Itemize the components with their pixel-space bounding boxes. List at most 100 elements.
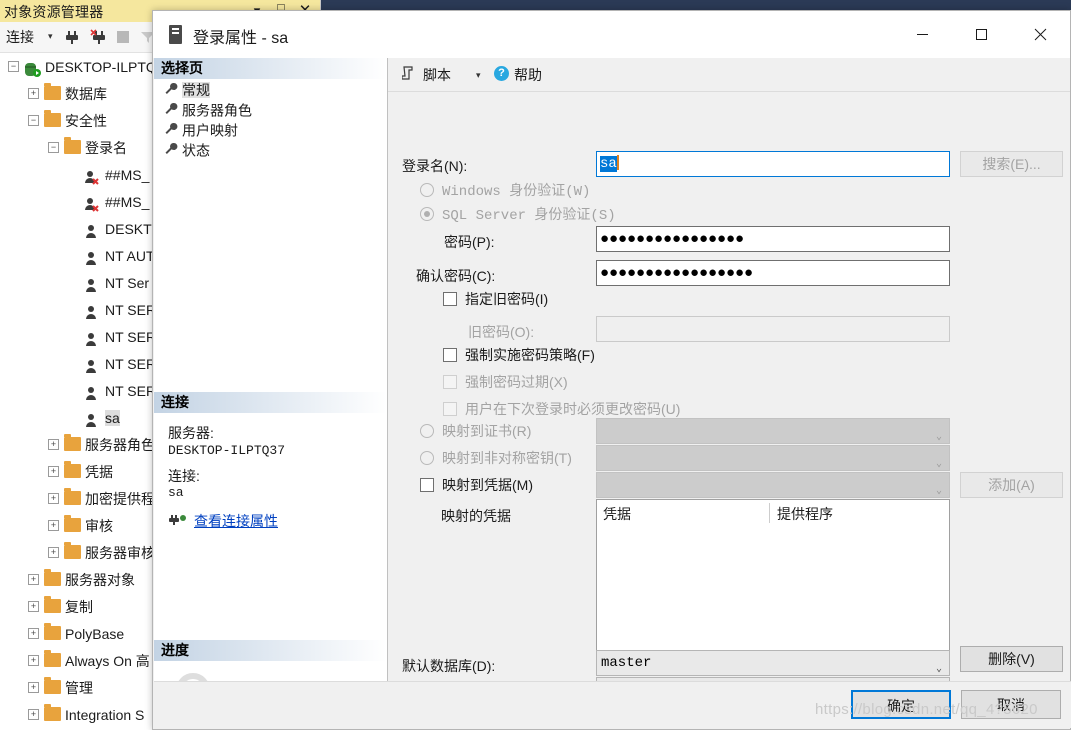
server-icon [169,25,182,44]
windows-auth-label: Windows 身份验证(W) [442,184,591,200]
password-value: ●●●●●●●●●●●●●●●● [600,231,745,248]
collapse-icon[interactable]: − [28,114,39,126]
add-credential-button[interactable]: 添加(A) [960,472,1063,498]
login-name-input[interactable]: sa [596,151,950,177]
expand-icon[interactable]: + [28,627,39,639]
tree-node-label: Always On 高 [65,652,150,669]
expand-icon[interactable]: + [28,708,39,720]
select-page-list[interactable]: 常规 服务器角色 用户映射状态 [154,79,387,159]
collapse-icon[interactable]: − [48,141,59,153]
default-database-combo[interactable]: master ⌄ [596,650,950,676]
old-password-label: 旧密码(O): [468,324,535,340]
map-asymmetric-key-combo: ⌄ [596,445,950,471]
script-icon [401,66,417,84]
expand-icon[interactable]: + [48,438,59,450]
sql-auth-radio[interactable] [420,207,434,221]
map-certificate-label: 映射到证书(R) [442,423,532,439]
login-disabled-icon [84,167,101,186]
tree-node-label: 数据库 [65,85,107,102]
password-label: 密码(P): [444,234,495,250]
wrench-icon [164,100,182,120]
login-icon [84,329,101,347]
select-page-item[interactable]: 常规 [154,79,387,99]
map-asymmetric-key-radio [420,451,434,465]
login-properties-dialog: 登录属性 - sa 选择页 常规 服务器角色 用户映射 状态 连接 服务器: DESK… [152,10,1071,730]
old-password-input [596,316,950,342]
map-credential-checkbox[interactable] [420,478,434,492]
map-certificate-combo: ⌄ [596,418,950,444]
mapped-credentials-label: 映射的凭据 [441,508,511,524]
login-icon [84,410,101,428]
confirm-password-label: 确认密码(C): [416,268,496,284]
folder-icon [44,83,61,101]
expand-icon[interactable]: + [48,546,59,558]
tree-node-label: NT SER [105,301,157,318]
login-icon [84,275,101,293]
stop-icon [117,31,129,43]
tree-node-label: sa [105,409,120,426]
select-page-item[interactable]: 服务器角色 [154,99,387,119]
connection-header: 连接 [154,392,387,413]
login-icon [84,221,101,239]
expand-icon[interactable]: + [28,681,39,693]
chevron-down-icon[interactable]: ▾ [48,31,53,42]
cancel-button[interactable]: 取消 [961,690,1061,719]
expand-icon[interactable]: + [28,87,39,99]
connect-button[interactable]: 连接 [6,27,34,47]
dialog-left-pane: 选择页 常规 服务器角色 用户映射 状态 连接 服务器: DESKTOP-ILPTQ3… [154,58,388,707]
login-icon [84,383,101,401]
password-input[interactable]: ●●●●●●●●●●●●●●●● [596,226,950,252]
expand-icon[interactable]: + [48,519,59,531]
sql-auth-label: SQL Server 身份验证(S) [442,208,616,224]
tree-node-label: PolyBase [65,625,125,642]
object-explorer-title: 对象资源管理器 [4,4,104,20]
expand-icon[interactable]: + [28,654,39,666]
specify-old-password-label: 指定旧密码(I) [465,291,549,307]
folder-icon [44,569,61,587]
disconnect-plug-icon[interactable] [90,28,108,46]
tree-node-label: NT SER [105,355,157,372]
must-change-password-label: 用户在下次登录时必须更改密码(U) [465,401,681,417]
enforce-expiration-checkbox [443,375,457,389]
collapse-icon[interactable]: − [8,60,19,72]
tree-node-label: NT SER [105,382,157,399]
map-credential-combo: ⌄ [596,472,950,498]
select-page-item-label: 常规 [182,82,210,99]
remove-credential-button[interactable]: 删除(V) [960,646,1063,672]
confirm-password-input[interactable]: ●●●●●●●●●●●●●●●●● [596,260,950,286]
close-icon[interactable] [1011,11,1070,57]
server-label: 服务器: [168,425,214,441]
windows-auth-radio[interactable] [420,183,434,197]
help-button-label[interactable]: 帮助 [514,65,542,85]
enforce-policy-label: 强制实施密码策略(F) [465,347,595,363]
expand-icon[interactable]: + [48,492,59,504]
maximize-icon[interactable] [952,11,1011,57]
server-value: DESKTOP-ILPTQ37 [168,442,286,458]
search-button[interactable]: 搜索(E)... [960,151,1063,177]
expand-icon[interactable]: + [28,573,39,585]
ok-button[interactable]: 确定 [851,690,951,719]
folder-icon [64,542,81,560]
minimize-icon[interactable] [893,11,952,57]
select-page-item[interactable]: 用户映射 [154,119,387,139]
folder-icon [64,515,81,533]
enforce-policy-checkbox[interactable] [443,348,457,362]
view-connection-properties-link[interactable]: 查看连接属性 [194,513,278,529]
mapped-credentials-grid[interactable]: 凭据 提供程序 [596,499,950,672]
connect-plug-icon[interactable] [63,28,81,46]
help-icon[interactable]: ? [494,66,509,81]
select-page-item-label: 状态 [182,142,210,159]
chevron-down-icon[interactable]: ▾ [476,70,481,81]
connection-value: sa [168,485,184,501]
expand-icon[interactable]: + [28,600,39,612]
login-disabled-icon [84,194,101,213]
select-page-item[interactable]: 状态 [154,139,387,159]
wrench-icon [164,140,182,160]
script-button-label[interactable]: 脚本 [423,65,451,85]
grid-column-divider [769,503,770,523]
folder-icon [64,461,81,479]
grid-column-provider: 提供程序 [777,506,833,522]
specify-old-password-checkbox[interactable] [443,292,457,306]
expand-icon[interactable]: + [48,465,59,477]
